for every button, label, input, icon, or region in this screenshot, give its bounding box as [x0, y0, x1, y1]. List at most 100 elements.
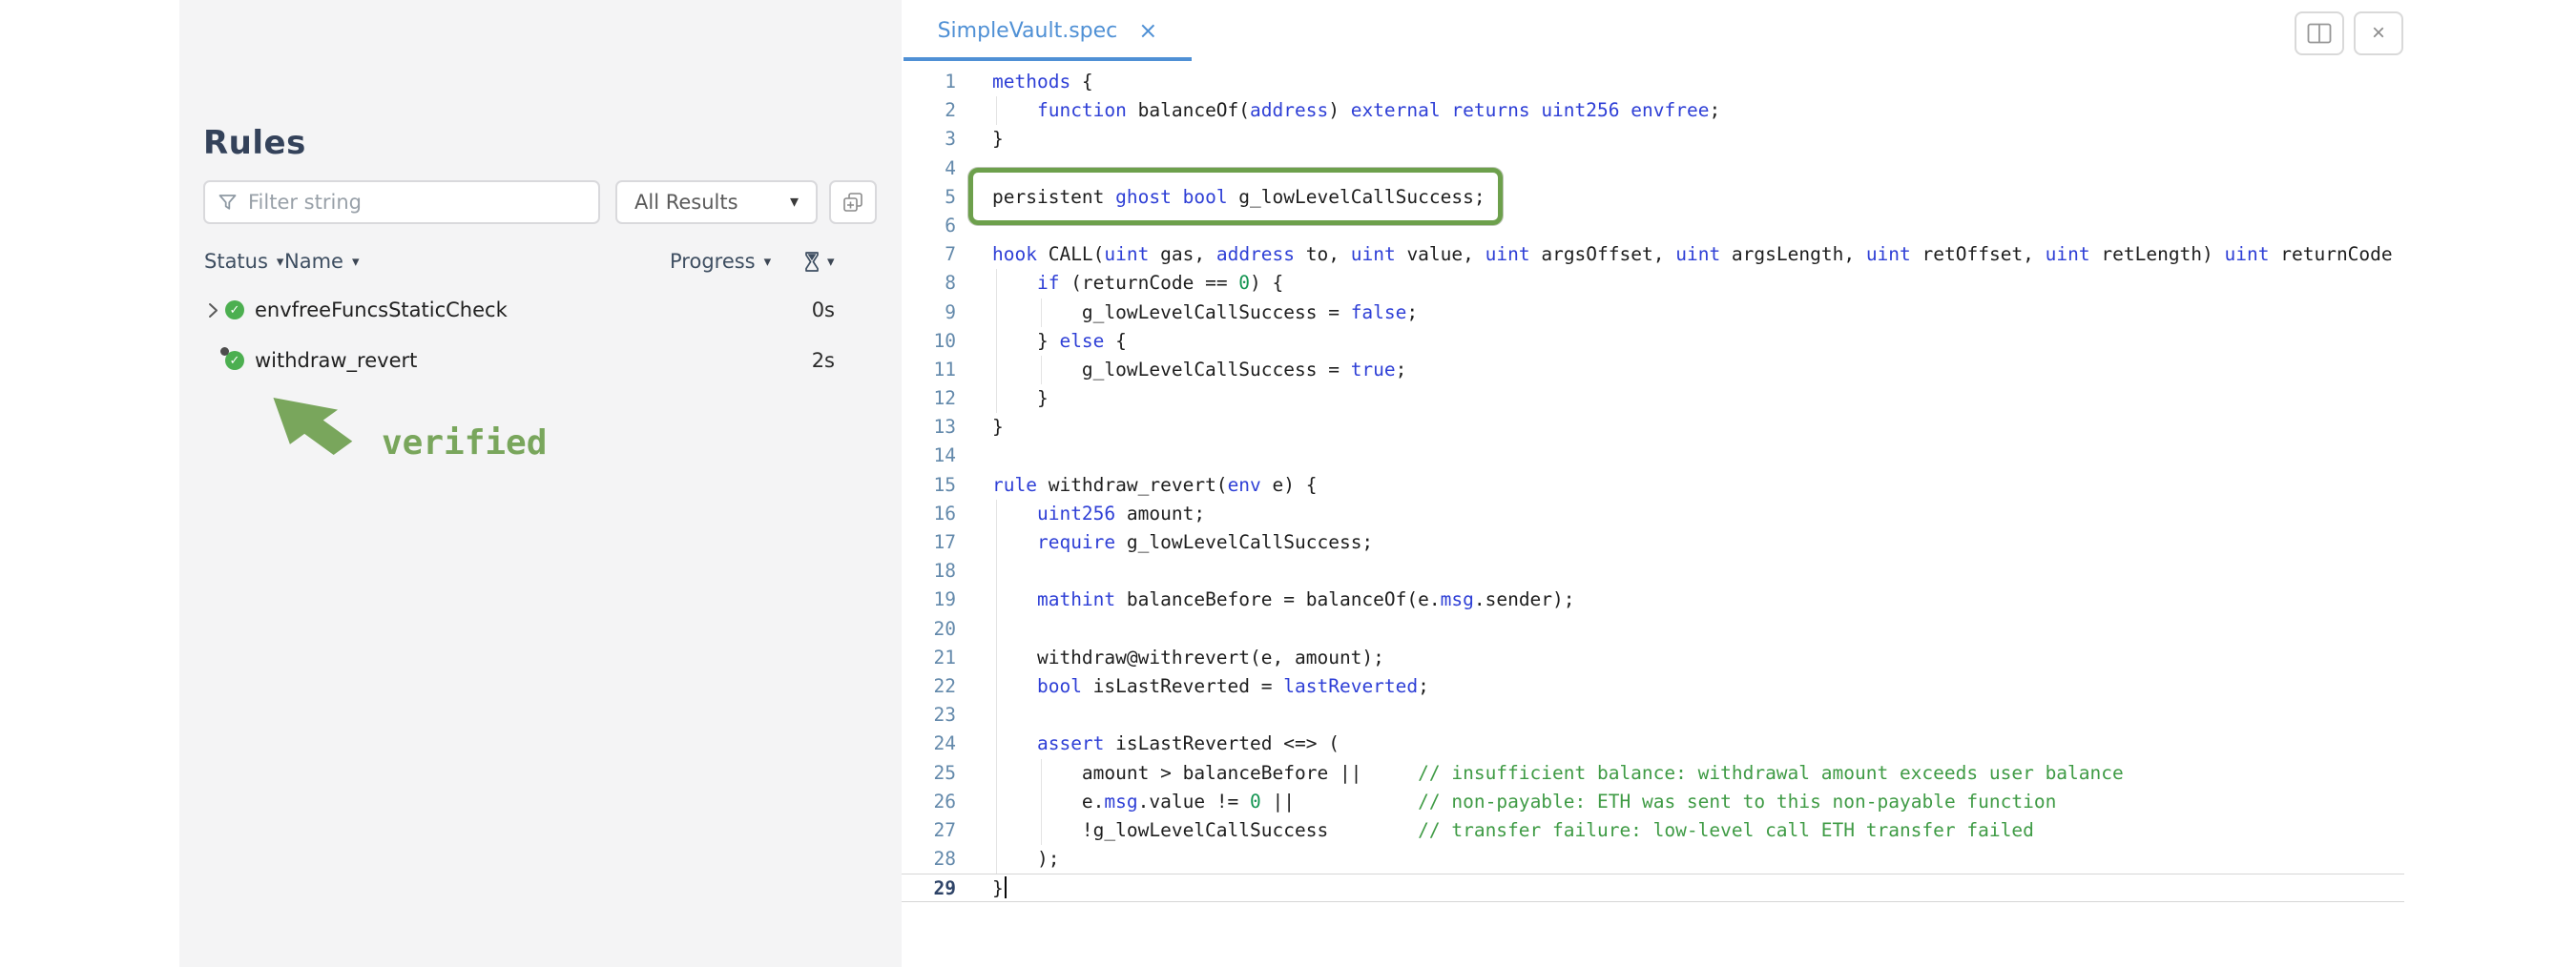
column-name[interactable]: Name ▾: [284, 248, 360, 275]
close-icon: ×: [2372, 20, 2385, 47]
code-line[interactable]: 24 assert isLastReverted <=> (: [902, 730, 2404, 758]
line-number: 3: [902, 125, 956, 154]
line-number: 23: [902, 701, 956, 730]
code-text: !g_lowLevelCallSuccess // transfer failu…: [992, 816, 2034, 845]
tab-simplevault-spec[interactable]: SimpleVault.spec ×: [904, 0, 1192, 61]
code-text: mathint balanceBefore = balanceOf(e.msg.…: [992, 586, 1575, 614]
code-text: if (returnCode == 0) {: [992, 269, 1283, 298]
results-filter-dropdown[interactable]: All Results ▾: [615, 180, 818, 224]
rule-name: withdraw_revert: [255, 349, 417, 372]
rule-row[interactable]: ✓envfreeFuncsStaticCheck0s: [179, 291, 902, 329]
code-line[interactable]: 8 if (returnCode == 0) {: [902, 269, 2404, 298]
code-text: }: [992, 125, 1004, 154]
line-number: 12: [902, 384, 956, 413]
chevron-down-icon: ▾: [790, 194, 799, 211]
code-line[interactable]: 7hook CALL(uint gas, address to, uint va…: [902, 240, 2404, 269]
code-line[interactable]: 12 }: [902, 384, 2404, 413]
column-duration[interactable]: ▾: [805, 248, 835, 275]
code-line[interactable]: 26 e.msg.value != 0 || // non-payable: E…: [902, 788, 2404, 816]
code-text: );: [992, 845, 1059, 874]
code-line[interactable]: 18: [902, 557, 2404, 586]
code-text: bool isLastReverted = lastReverted;: [992, 672, 1429, 701]
code-text: uint256 amount;: [992, 500, 1205, 528]
rule-duration: 0s: [812, 298, 835, 321]
code-line[interactable]: 6: [902, 212, 2404, 240]
code-line[interactable]: 4: [902, 154, 2404, 183]
rule-name: envfreeFuncsStaticCheck: [255, 298, 508, 321]
line-number: 10: [902, 327, 956, 356]
rules-sidebar: Rules Filter string All Results ▾ Status…: [179, 0, 902, 967]
run-dot-icon: [220, 347, 229, 356]
line-number: 17: [902, 528, 956, 557]
sort-caret-icon: ▾: [352, 255, 360, 269]
verified-arrow-icon: [268, 394, 372, 469]
code-line[interactable]: 9 g_lowLevelCallSuccess = false;: [902, 298, 2404, 327]
line-number: 11: [902, 356, 956, 384]
sort-caret-icon: ▾: [277, 255, 284, 269]
code-line[interactable]: 2 function balanceOf(address) external r…: [902, 96, 2404, 125]
code-line[interactable]: 21 withdraw@withrevert(e, amount);: [902, 644, 2404, 672]
code-line[interactable]: 15 rule withdraw_revert(env e) {: [902, 471, 2404, 500]
code-line[interactable]: 22 bool isLastReverted = lastReverted;: [902, 672, 2404, 701]
hourglass-icon: [805, 252, 819, 272]
code-text: }: [992, 874, 1007, 903]
code-text: methods {: [992, 68, 1093, 96]
line-number: 5: [902, 183, 956, 212]
rule-row[interactable]: ✓withdraw_revert2s: [179, 341, 902, 380]
code-line[interactable]: 17 require g_lowLevelCallSuccess;: [902, 528, 2404, 557]
tab-close-icon[interactable]: ×: [1138, 19, 1157, 42]
code-line[interactable]: 10 } else {: [902, 327, 2404, 356]
code-text: require g_lowLevelCallSuccess;: [992, 528, 1373, 557]
code-text: } else {: [992, 327, 1127, 356]
indent-guide: [996, 615, 997, 644]
line-number: 25: [902, 759, 956, 788]
code-text: e.msg.value != 0 || // non-payable: ETH …: [992, 788, 2056, 816]
copy-button[interactable]: [829, 180, 877, 224]
code-line[interactable]: 13}: [902, 413, 2404, 442]
code-line[interactable]: 19 mathint balanceBefore = balanceOf(e.m…: [902, 586, 2404, 614]
close-panel-button[interactable]: ×: [2354, 11, 2403, 55]
column-progress[interactable]: Progress ▾: [670, 248, 771, 275]
split-view-icon: [2307, 23, 2332, 44]
line-number: 19: [902, 586, 956, 614]
column-status[interactable]: Status ▾: [204, 248, 283, 275]
code-line[interactable]: 11 g_lowLevelCallSuccess = true;: [902, 356, 2404, 384]
split-view-button[interactable]: [2295, 11, 2344, 55]
line-number: 7: [902, 240, 956, 269]
line-number: 22: [902, 672, 956, 701]
code-text: }: [992, 384, 1049, 413]
code-line[interactable]: 16 uint256 amount;: [902, 500, 2404, 528]
code-editor[interactable]: 1 methods {2 function balanceOf(address) …: [902, 68, 2404, 902]
line-number: 13: [902, 413, 956, 442]
verified-stamp: verified: [382, 423, 547, 463]
verified-status-icon: ✓: [225, 351, 244, 370]
code-line[interactable]: 3}: [902, 125, 2404, 154]
code-line[interactable]: 29}: [902, 874, 2404, 902]
line-number: 9: [902, 298, 956, 327]
code-line[interactable]: 1 methods {: [902, 68, 2404, 96]
code-line[interactable]: 27 !g_lowLevelCallSuccess // transfer fa…: [902, 816, 2404, 845]
code-text: assert isLastReverted <=> (: [992, 730, 1340, 758]
code-line[interactable]: 5persistent ghost bool g_lowLevelCallSuc…: [902, 183, 2404, 212]
code-line[interactable]: 25 amount > balanceBefore || // insuffic…: [902, 759, 2404, 788]
filter-input[interactable]: Filter string: [203, 180, 600, 224]
code-line[interactable]: 28 );: [902, 845, 2404, 874]
line-number: 15: [902, 471, 956, 500]
code-line[interactable]: 23: [902, 701, 2404, 730]
code-line[interactable]: 20: [902, 615, 2404, 644]
code-text: g_lowLevelCallSuccess = false;: [992, 298, 1418, 327]
code-text: amount > balanceBefore || // insufficien…: [992, 759, 2124, 788]
code-text: function balanceOf(address) external ret…: [992, 96, 1720, 125]
results-filter-value: All Results: [634, 191, 738, 214]
line-number: 26: [902, 788, 956, 816]
filter-placeholder: Filter string: [248, 191, 362, 214]
expand-chevron-icon[interactable]: [208, 302, 221, 319]
sort-caret-icon: ▾: [827, 255, 835, 269]
line-number: 27: [902, 816, 956, 845]
line-number: 29: [902, 874, 956, 903]
line-number: 1: [902, 68, 956, 96]
line-number: 16: [902, 500, 956, 528]
line-number: 21: [902, 644, 956, 672]
code-line[interactable]: 14: [902, 442, 2404, 470]
code-text: rule withdraw_revert(env e) {: [992, 471, 1318, 500]
